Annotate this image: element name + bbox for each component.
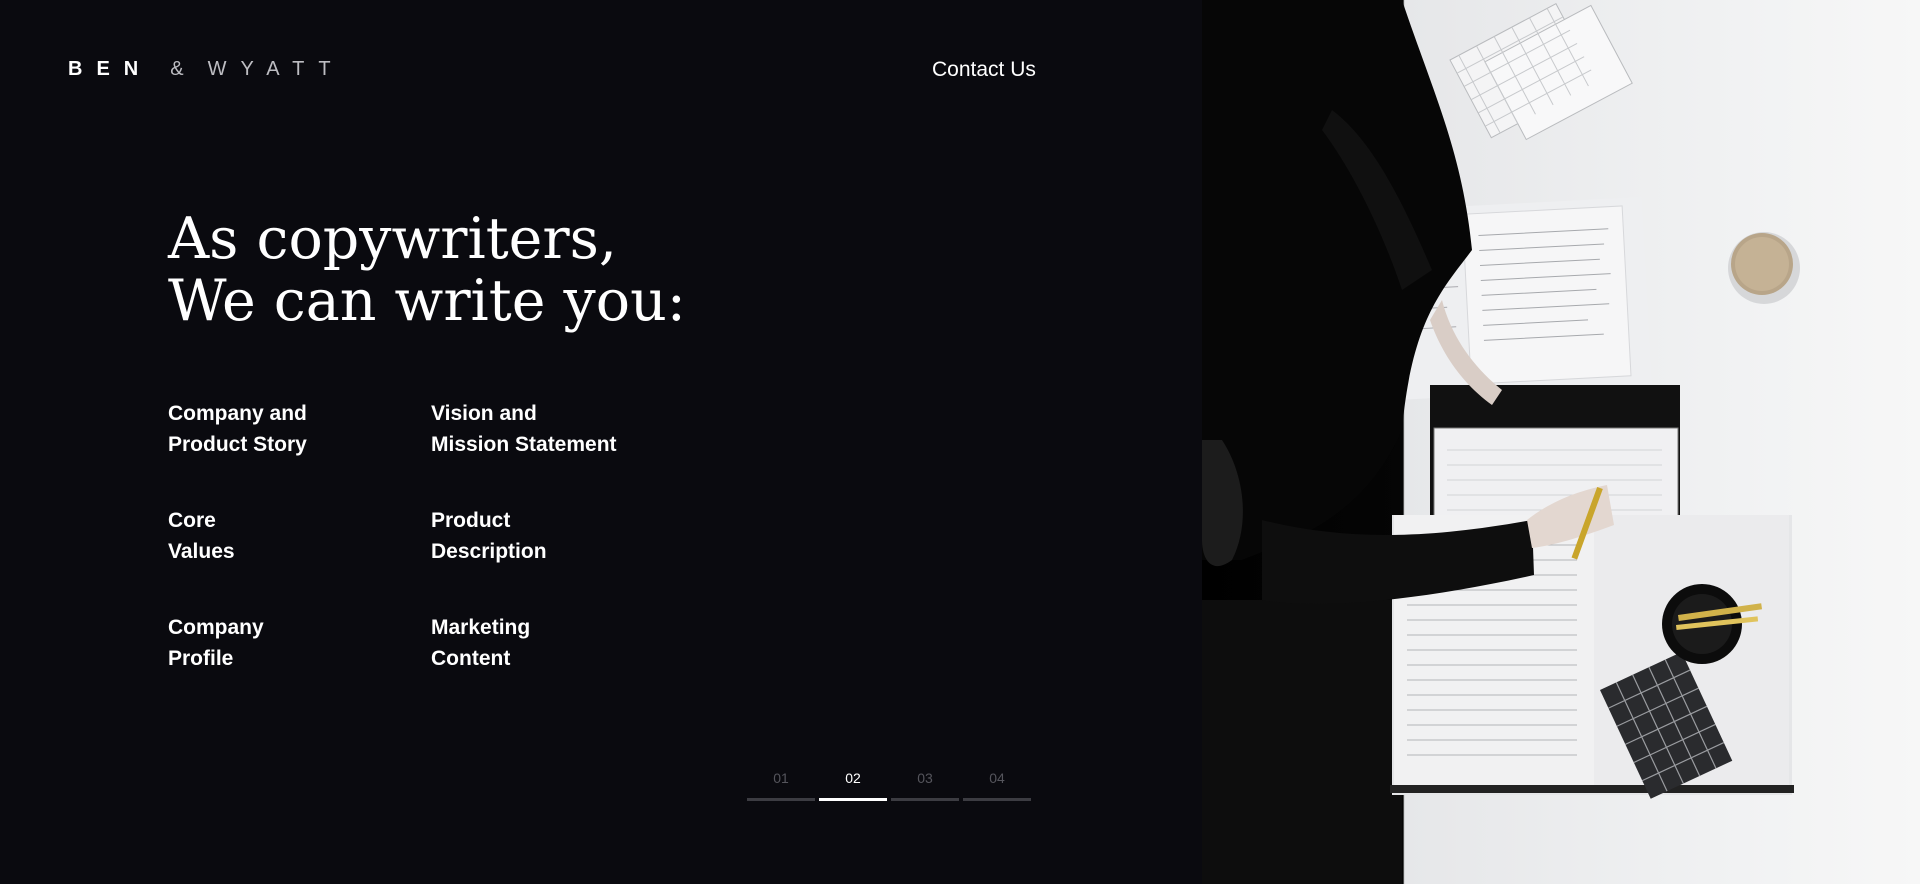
page-title-line1: As copywriters,: [168, 206, 617, 272]
service-line2: Profile: [168, 647, 234, 670]
pager-number: 04: [989, 770, 1005, 786]
service-line2: Mission Statement: [431, 433, 617, 456]
service-company-product-story[interactable]: Company and Product Story: [168, 398, 431, 460]
service-line2: Values: [168, 540, 235, 563]
contact-us-link[interactable]: Contact Us: [932, 58, 1036, 82]
service-line2: Description: [431, 540, 547, 563]
service-product-description[interactable]: Product Description: [431, 505, 651, 567]
services-list: Company and Product Story Vision and Mis…: [168, 398, 651, 674]
pager-bar: [819, 798, 887, 801]
pager-item-04[interactable]: 04: [963, 770, 1031, 801]
pager-item-03[interactable]: 03: [891, 770, 959, 801]
service-vision-mission[interactable]: Vision and Mission Statement: [431, 398, 651, 460]
page-title-line2: We can write you:: [168, 268, 686, 334]
pager-bar: [891, 798, 959, 801]
pager-bar: [963, 798, 1031, 801]
pager-item-02[interactable]: 02: [819, 770, 887, 801]
grid-notepads: [1449, 2, 1633, 141]
pager-number: 03: [917, 770, 933, 786]
wooden-jar: [1728, 232, 1800, 304]
pager-number: 01: [773, 770, 789, 786]
service-line1: Marketing: [431, 616, 531, 639]
writer-desk-illustration: [1202, 0, 1800, 884]
slide-pager: 01 02 03 04: [747, 770, 1031, 801]
service-line2: Product Story: [168, 433, 307, 456]
brand-name-part1: BEN: [68, 58, 153, 80]
hero-panel: BEN & WYATT Contact Us As copywriters, We …: [0, 0, 1202, 884]
service-marketing-content[interactable]: Marketing Content: [431, 612, 651, 674]
brand-name-part2: WYATT: [207, 58, 345, 80]
service-core-values[interactable]: Core Values: [168, 505, 431, 567]
service-line1: Core: [168, 509, 216, 532]
pager-item-01[interactable]: 01: [747, 770, 815, 801]
service-line1: Vision and: [431, 402, 537, 425]
page-title: As copywriters, We can write you:: [168, 208, 686, 332]
service-line1: Company: [168, 616, 264, 639]
hero-photo: [1202, 0, 1920, 884]
pager-number: 02: [845, 770, 861, 786]
service-line2: Content: [431, 647, 511, 670]
service-company-profile[interactable]: Company Profile: [168, 612, 431, 674]
brand-logo[interactable]: BEN & WYATT: [68, 58, 345, 81]
pager-bar: [747, 798, 815, 801]
brand-ampersand: &: [170, 58, 198, 80]
service-line1: Product: [431, 509, 511, 532]
service-line1: Company and: [168, 402, 307, 425]
